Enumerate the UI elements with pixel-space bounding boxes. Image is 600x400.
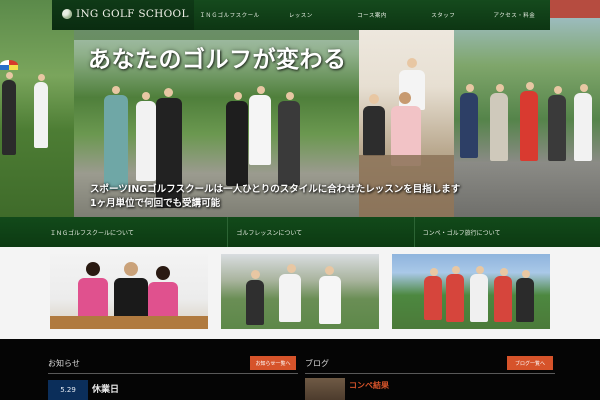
building-roof (550, 0, 600, 18)
news-divider (48, 373, 298, 374)
nav-item-school[interactable]: ＩＮＧゴルフスクール (194, 0, 265, 30)
person-head (452, 266, 460, 274)
person-head (522, 270, 530, 278)
person-head (6, 72, 13, 79)
band-link-lesson[interactable]: ゴルフレッスンについて (228, 217, 415, 247)
hero-photo-left (0, 0, 74, 217)
person-head (287, 264, 296, 273)
golf-ball-icon (62, 9, 72, 19)
person-figure (104, 95, 128, 190)
person-head (142, 92, 150, 100)
person-head (38, 74, 45, 81)
feature-card-staff[interactable] (50, 254, 208, 329)
blog-item-title[interactable]: コンペ結果 (349, 380, 389, 391)
person-figure (363, 106, 385, 156)
person-figure (494, 276, 512, 322)
person-head (156, 266, 170, 280)
band-link-about[interactable]: ＩＮＧゴルフスクールについて (0, 217, 229, 247)
person-head (580, 84, 588, 92)
person-figure (574, 93, 592, 161)
person-head (476, 266, 484, 274)
reception-counter (50, 316, 208, 329)
person-head (234, 92, 242, 100)
news-header: お知らせ お知らせ一覧へ (48, 356, 298, 374)
person-figure (490, 93, 508, 161)
person-figure (278, 101, 300, 186)
hero-title: あなたのゴルフが変わる (88, 46, 347, 73)
blog-section-title: ブログ (305, 359, 329, 368)
person-head (554, 86, 562, 94)
person-figure (136, 101, 156, 181)
band-link-competition[interactable]: コンペ・ゴルフ旅行について (415, 217, 600, 247)
feature-cards (0, 247, 600, 339)
person-figure (319, 276, 341, 324)
feature-card-group[interactable] (392, 254, 550, 329)
logo-text: ING GOLF SCHOOL (76, 8, 189, 20)
blog-list-button[interactable]: ブログ一覧へ (507, 356, 553, 370)
hero-subtitle-line1: スポーツINGゴルフスクールは一人ひとりのスタイルに合わせたレッスンを目指します (90, 184, 461, 195)
person-head (526, 82, 534, 90)
person-head (251, 270, 260, 279)
person-head (86, 262, 100, 276)
news-section-title: お知らせ (48, 359, 80, 368)
person-figure (470, 274, 488, 322)
feature-nav-bar: ＩＮＧゴルフスクールについて ゴルフレッスンについて コンペ・ゴルフ旅行について (0, 217, 600, 247)
person-head (325, 266, 334, 275)
person-figure (2, 80, 16, 155)
person-figure (516, 278, 534, 322)
umbrella-icon (0, 60, 18, 70)
info-section: お知らせ お知らせ一覧へ ブログ ブログ一覧へ (0, 339, 600, 400)
news-list-button[interactable]: お知らせ一覧へ (250, 356, 296, 370)
nav-item-lesson[interactable]: レッスン (265, 0, 336, 30)
person-head (430, 268, 438, 276)
hero-photo-group (454, 0, 600, 217)
person-figure (114, 278, 148, 318)
person-head (164, 88, 173, 97)
person-figure (548, 95, 566, 161)
person-figure (34, 82, 48, 148)
person-head (112, 86, 120, 94)
person-figure (78, 278, 108, 318)
person-head (369, 94, 379, 104)
person-figure (246, 280, 264, 325)
person-head (257, 86, 265, 94)
person-head (407, 58, 417, 68)
blog-header: ブログ ブログ一覧へ (305, 356, 555, 374)
global-nav: ＩＮＧゴルフスクール レッスン コース案内 スタッフ アクセス・料金 (194, 0, 550, 30)
person-head (500, 268, 508, 276)
person-head (496, 84, 504, 92)
news-date-badge: 5.29 (48, 380, 88, 400)
person-head (399, 92, 411, 104)
blog-divider (305, 373, 555, 374)
person-figure (520, 91, 538, 161)
person-head (124, 262, 138, 276)
person-figure (249, 95, 271, 165)
person-figure (424, 276, 442, 320)
person-figure (460, 93, 478, 158)
person-figure (226, 101, 248, 186)
feature-card-lesson[interactable] (221, 254, 379, 329)
nav-item-access[interactable]: アクセス・料金 (479, 0, 550, 30)
hero-subtitle-line2: 1ヶ月単位で何回でも受講可能 (90, 198, 221, 209)
person-figure (279, 274, 301, 322)
nav-item-staff[interactable]: スタッフ (408, 0, 479, 30)
person-head (286, 92, 294, 100)
person-head (466, 84, 474, 92)
site-logo[interactable]: ING GOLF SCHOOL (62, 8, 189, 20)
person-figure (399, 70, 425, 110)
person-figure (446, 274, 464, 322)
news-item-title[interactable]: 休業日 (92, 382, 119, 395)
nav-item-course[interactable]: コース案内 (336, 0, 407, 30)
blog-thumbnail[interactable] (305, 378, 345, 400)
person-figure (148, 282, 178, 318)
